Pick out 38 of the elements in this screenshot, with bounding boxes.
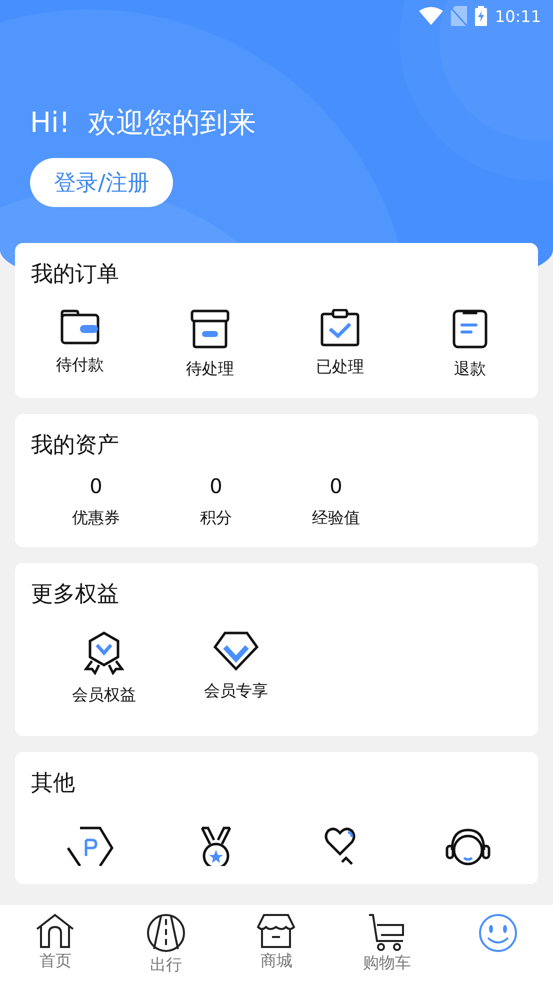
order-label: 待付款 — [56, 355, 104, 376]
order-label: 退款 — [454, 359, 486, 380]
asset-value: 0 — [210, 474, 222, 498]
smiley-face-icon — [478, 913, 518, 953]
tab-bar-item[interactable]: 首页 — [0, 905, 111, 983]
asset-value: 0 — [330, 474, 342, 498]
order-label: 待处理 — [186, 359, 234, 380]
asset-label: 积分 — [200, 508, 232, 529]
wallet-icon[interactable] — [60, 309, 100, 345]
battery-icon — [474, 6, 487, 26]
benefit-label: 会员权益 — [72, 685, 136, 706]
section-title: 更多权益 — [30, 581, 120, 609]
no-sim-icon — [450, 6, 467, 26]
asset-label: 优惠券 — [72, 508, 120, 529]
diamond-icon[interactable] — [213, 631, 259, 671]
login-button[interactable]: 登录/注册 — [30, 158, 174, 207]
order-label: 已处理 — [316, 357, 364, 378]
tab-bar-item[interactable]: 商城 — [221, 905, 332, 983]
status-time: 10:11 — [494, 6, 541, 26]
medal-icon[interactable] — [198, 826, 234, 866]
tab-bar-item[interactable]: 购物车 — [332, 905, 442, 983]
document-icon[interactable] — [452, 309, 488, 349]
home-icon — [35, 913, 76, 949]
section-title: 我的订单 — [30, 261, 120, 289]
wifi-icon — [418, 7, 443, 25]
section-title: 我的资产 — [30, 432, 120, 460]
archive-box-icon[interactable] — [190, 309, 230, 349]
shop-icon — [256, 913, 296, 949]
greeting-text: Hi! 欢迎您的到来 — [30, 105, 256, 141]
asset-value: 0 — [90, 474, 102, 498]
clipboard-check-icon[interactable] — [320, 309, 360, 347]
benefit-label: 会员专享 — [204, 681, 268, 702]
asset-label: 经验值 — [312, 508, 360, 529]
section-title: 其他 — [30, 770, 76, 798]
headset-icon[interactable] — [444, 826, 492, 866]
ribbon-badge-icon[interactable] — [84, 631, 124, 675]
tab-bar-item[interactable]: 出行 — [110, 905, 222, 983]
road-icon — [146, 913, 186, 953]
